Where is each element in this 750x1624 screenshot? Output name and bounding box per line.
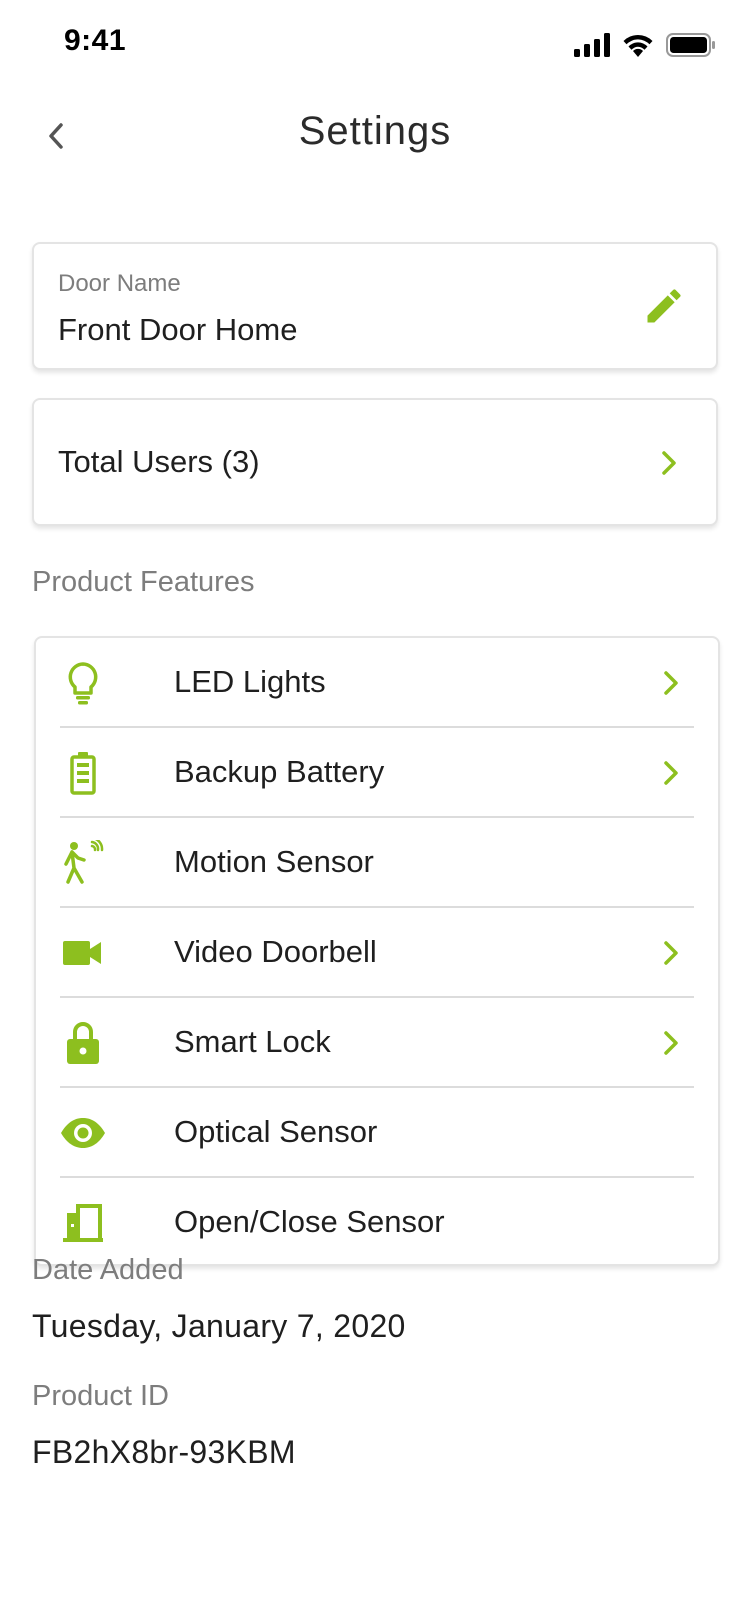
battery-status-icon xyxy=(666,33,715,57)
door-sensor-icon xyxy=(60,1200,106,1246)
feature-item-motion-sensor[interactable]: Motion Sensor xyxy=(60,818,694,908)
video-camera-icon xyxy=(60,930,106,976)
status-time: 9:41 xyxy=(64,24,127,57)
door-name-label: Door Name xyxy=(58,270,181,297)
date-added-label: Date Added xyxy=(32,1254,184,1286)
nav-bar: Settings xyxy=(0,96,750,176)
feature-label: LED Lights xyxy=(174,664,326,699)
door-name-value: Front Door Home xyxy=(58,312,298,347)
feature-label: Video Doorbell xyxy=(174,934,377,969)
motion-sensor-icon xyxy=(60,840,106,886)
wifi-icon xyxy=(623,34,653,57)
chevron-right-icon xyxy=(664,761,678,785)
chevron-right-icon xyxy=(664,1031,678,1055)
chevron-right-icon xyxy=(664,671,678,695)
cellular-signal-icon xyxy=(574,33,610,57)
product-id-value: FB2hX8br-93KBM xyxy=(32,1434,296,1470)
pencil-icon xyxy=(647,289,681,323)
feature-label: Backup Battery xyxy=(174,754,385,789)
total-users-label: Total Users (3) xyxy=(58,444,260,479)
eye-icon xyxy=(60,1110,106,1156)
feature-label: Smart Lock xyxy=(174,1024,331,1059)
door-name-card: Door Name Front Door Home xyxy=(32,242,718,370)
feature-label: Open/Close Sensor xyxy=(174,1204,445,1239)
feature-item-backup-battery[interactable]: Backup Battery xyxy=(60,728,694,818)
status-bar: 9:41 xyxy=(0,0,750,90)
feature-label: Optical Sensor xyxy=(174,1114,378,1149)
feature-item-led-lights[interactable]: LED Lights xyxy=(60,638,694,728)
chevron-right-icon xyxy=(662,451,676,475)
product-id-label: Product ID xyxy=(32,1380,169,1412)
page-title: Settings xyxy=(298,109,452,153)
feature-item-optical-sensor[interactable]: Optical Sensor xyxy=(60,1088,694,1178)
feature-item-video-doorbell[interactable]: Video Doorbell xyxy=(60,908,694,998)
date-added-value: Tuesday, January 7, 2020 xyxy=(32,1308,406,1344)
total-users-row[interactable]: Total Users (3) xyxy=(32,398,718,526)
status-icons xyxy=(574,30,716,60)
product-features-heading: Product Features xyxy=(32,566,255,598)
feature-item-smart-lock[interactable]: Smart Lock xyxy=(60,998,694,1088)
feature-label: Motion Sensor xyxy=(174,844,374,879)
battery-icon xyxy=(60,750,106,796)
chevron-right-icon xyxy=(664,941,678,965)
lock-icon xyxy=(60,1020,106,1066)
lightbulb-icon xyxy=(60,660,106,706)
product-features-list: LED Lights Backup Battery Motion Sensor … xyxy=(34,636,720,1266)
edit-door-name-button[interactable] xyxy=(642,284,686,328)
